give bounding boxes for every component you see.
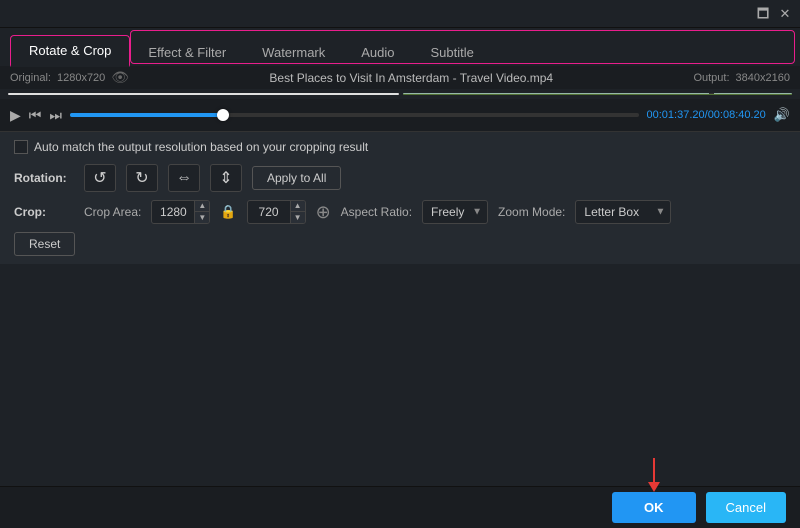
ok-button[interactable]: OK bbox=[612, 492, 696, 523]
tab-audio[interactable]: Audio bbox=[343, 38, 412, 67]
rotate-ccw-button[interactable]: ↺ bbox=[84, 164, 116, 192]
ok-arrow bbox=[648, 458, 660, 492]
crop-width-input[interactable] bbox=[152, 202, 194, 222]
zoom-mode-label: Zoom Mode: bbox=[498, 205, 565, 219]
crop-height-input-wrap: ▲ ▼ bbox=[247, 200, 306, 224]
skip-back-button[interactable]: ⏮ bbox=[29, 107, 42, 124]
lock-icon[interactable]: 🔒 bbox=[220, 204, 236, 220]
tab-effect-filter[interactable]: Effect & Filter bbox=[130, 38, 244, 67]
bottom-bar: OK Cancel bbox=[0, 486, 800, 528]
aspect-ratio-select-wrap: Freely 16:9 4:3 1:1 ▼ bbox=[422, 200, 488, 224]
minimize-button[interactable]: 🗖 bbox=[756, 7, 770, 21]
flip-horizontal-button[interactable]: ⇔ bbox=[168, 164, 200, 192]
crop-height-spinners: ▲ ▼ bbox=[290, 201, 305, 223]
center-icon[interactable]: ⊕ bbox=[316, 202, 331, 223]
person-figure-left bbox=[157, 93, 162, 94]
ok-button-wrap: OK bbox=[612, 492, 696, 523]
rotation-label: Rotation: bbox=[14, 171, 74, 185]
video-bg-right bbox=[403, 93, 792, 95]
crop-height-input[interactable] bbox=[248, 202, 290, 222]
reset-button[interactable]: Reset bbox=[14, 232, 75, 256]
crop-width-input-wrap: ▲ ▼ bbox=[151, 200, 210, 224]
controls-area: Auto match the output resolution based o… bbox=[0, 131, 800, 264]
timeline-bar: ▶ ⏮ ⏭ 00:01:37.20/00:08:40.20 🔊 bbox=[0, 99, 800, 131]
rotate-cw-button[interactable]: ↻ bbox=[126, 164, 158, 192]
video-panel-original bbox=[8, 93, 399, 95]
video-info-right: Output: 3840x2160 bbox=[693, 72, 790, 84]
crop-width-up[interactable]: ▲ bbox=[195, 201, 209, 212]
skip-forward-button[interactable]: ⏭ bbox=[49, 107, 62, 124]
video-info-bar: Original: 1280x720 👁 Best Places to Visi… bbox=[0, 66, 800, 89]
timeline-progress[interactable] bbox=[70, 113, 639, 117]
original-label: Original: bbox=[10, 72, 51, 84]
ok-arrow-line bbox=[653, 458, 655, 482]
flip-vertical-button[interactable]: ⇕ bbox=[210, 164, 242, 192]
apply-to-all-button[interactable]: Apply to All bbox=[252, 166, 341, 190]
crop-label: Crop: bbox=[14, 205, 74, 219]
auto-match-label: Auto match the output resolution based o… bbox=[34, 140, 368, 154]
zoom-mode-select[interactable]: Letter Box Pan & Scan Full bbox=[575, 200, 671, 224]
crop-row: Crop: Crop Area: ▲ ▼ 🔒 ▲ ▼ ⊕ Aspect Rati… bbox=[14, 200, 786, 224]
ground-right bbox=[403, 94, 792, 95]
time-total: 00:08:40.20 bbox=[708, 109, 766, 121]
crop-height-down[interactable]: ▼ bbox=[291, 212, 305, 223]
video-panels bbox=[0, 89, 800, 99]
auto-match-checkbox[interactable] bbox=[14, 140, 28, 154]
zoom-mode-select-wrap: Letter Box Pan & Scan Full ▼ bbox=[575, 200, 671, 224]
auto-match-row: Auto match the output resolution based o… bbox=[14, 140, 786, 154]
video-filename: Best Places to Visit In Amsterdam - Trav… bbox=[269, 71, 553, 85]
output-label: Output: bbox=[693, 72, 729, 84]
original-res: 1280x720 bbox=[57, 72, 105, 84]
aspect-ratio-label: Aspect Ratio: bbox=[341, 205, 412, 219]
crop-height-up[interactable]: ▲ bbox=[291, 201, 305, 212]
tab-rotate-crop[interactable]: Rotate & Crop bbox=[10, 35, 130, 67]
crop-area-label: Crop Area: bbox=[84, 205, 141, 219]
time-current: 00:01:37.20 bbox=[647, 109, 705, 121]
ok-arrow-head bbox=[648, 482, 660, 492]
video-panel-output bbox=[403, 93, 792, 95]
time-display: 00:01:37.20/00:08:40.20 bbox=[647, 109, 766, 121]
timeline-fill bbox=[70, 113, 223, 117]
tab-subtitle[interactable]: Subtitle bbox=[413, 38, 492, 67]
close-button[interactable]: ✕ bbox=[778, 7, 792, 21]
volume-icon[interactable]: 🔊 bbox=[774, 107, 790, 123]
timeline-dot[interactable] bbox=[217, 109, 229, 121]
window-controls: 🗖 ✕ bbox=[756, 7, 792, 21]
output-res: 3840x2160 bbox=[736, 72, 790, 84]
tab-bar: Rotate & Crop Effect & Filter Watermark … bbox=[0, 28, 800, 66]
aspect-ratio-select[interactable]: Freely 16:9 4:3 1:1 bbox=[422, 200, 488, 224]
rotation-row: Rotation: ↺ ↻ ⇔ ⇕ Apply to All bbox=[14, 164, 786, 192]
cancel-button[interactable]: Cancel bbox=[706, 492, 786, 523]
title-bar: 🗖 ✕ bbox=[0, 0, 800, 28]
video-info-left: Original: 1280x720 👁 bbox=[10, 69, 129, 86]
crop-width-spinners: ▲ ▼ bbox=[194, 201, 209, 223]
mist-right bbox=[403, 93, 792, 94]
play-button[interactable]: ▶ bbox=[10, 107, 21, 124]
eye-icon[interactable]: 👁 bbox=[111, 69, 129, 86]
crop-width-down[interactable]: ▼ bbox=[195, 212, 209, 223]
tab-watermark[interactable]: Watermark bbox=[244, 38, 343, 67]
